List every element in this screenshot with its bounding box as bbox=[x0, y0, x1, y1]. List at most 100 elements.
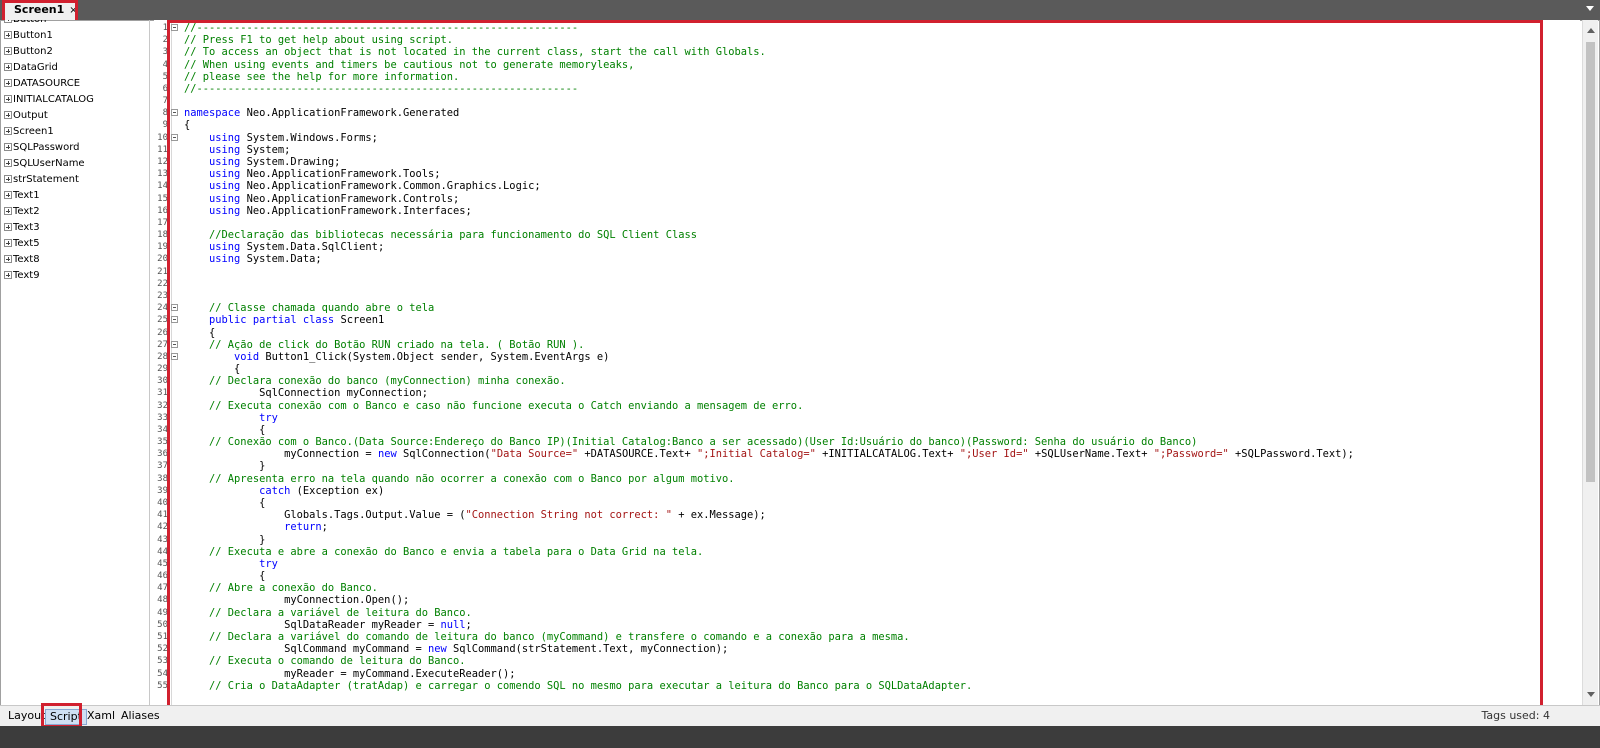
fold-collapse-icon[interactable] bbox=[171, 352, 178, 360]
code-line[interactable]: 12 using System.Drawing; bbox=[154, 156, 1580, 168]
tree-item[interactable]: strStatement bbox=[0, 172, 149, 188]
tree-item[interactable]: Screen1 bbox=[0, 124, 149, 140]
expand-plus-icon[interactable] bbox=[4, 159, 12, 167]
tree-item[interactable]: Button1 bbox=[0, 28, 149, 44]
tab-screen1[interactable]: Screen1 × bbox=[4, 0, 78, 20]
code-line[interactable]: 13 using Neo.ApplicationFramework.Tools; bbox=[154, 168, 1580, 180]
code-line[interactable]: 47 // Abre a conexão do Banco. bbox=[154, 582, 1580, 594]
code-line[interactable]: 50 SqlDataReader myReader = null; bbox=[154, 619, 1580, 631]
code-line[interactable]: 25 public partial class Screen1 bbox=[154, 314, 1580, 326]
code-line[interactable]: 34 { bbox=[154, 424, 1580, 436]
expand-plus-icon[interactable] bbox=[4, 20, 12, 23]
tab-script[interactable]: Script bbox=[45, 709, 87, 725]
code-line[interactable]: 2 // Press F1 to get help about using scr… bbox=[154, 34, 1580, 46]
code-line[interactable]: 53 // Executa o comando de leitura do Ba… bbox=[154, 655, 1580, 667]
code-line[interactable]: 20 using System.Data; bbox=[154, 253, 1580, 265]
tree-item[interactable]: SQLPassword bbox=[0, 140, 149, 156]
tree-item[interactable]: Text3 bbox=[0, 220, 149, 236]
close-icon[interactable]: × bbox=[69, 5, 77, 16]
code-line[interactable]: 36 myConnection = new SqlConnection("Dat… bbox=[154, 448, 1580, 460]
tree-item[interactable]: INITIALCATALOG bbox=[0, 92, 149, 108]
code-line[interactable]: 18 //Declaração das bibliotecas necessár… bbox=[154, 229, 1580, 241]
fold-collapse-icon[interactable] bbox=[171, 316, 178, 324]
fold-collapse-icon[interactable] bbox=[171, 109, 178, 117]
fold-collapse-icon[interactable] bbox=[171, 304, 178, 312]
code-line[interactable]: 3 // To access an object that is not loca… bbox=[154, 46, 1580, 58]
code-line[interactable]: 37 } bbox=[154, 460, 1580, 472]
tab-xaml[interactable]: Xaml bbox=[83, 709, 119, 725]
code-line[interactable]: 24 // Classe chamada quando abre o tela bbox=[154, 302, 1580, 314]
code-line[interactable]: 44 // Executa e abre a conexão do Banco … bbox=[154, 546, 1580, 558]
code-line[interactable]: 16 using Neo.ApplicationFramework.Interf… bbox=[154, 205, 1580, 217]
code-line[interactable]: 14 using Neo.ApplicationFramework.Common… bbox=[154, 180, 1580, 192]
fold-collapse-icon[interactable] bbox=[171, 340, 178, 348]
code-line[interactable]: 29 { bbox=[154, 363, 1580, 375]
tree-item[interactable]: Button bbox=[0, 20, 149, 28]
expand-plus-icon[interactable] bbox=[4, 271, 12, 279]
tree-item[interactable]: DATASOURCE bbox=[0, 76, 149, 92]
code-line[interactable]: 15 using Neo.ApplicationFramework.Contro… bbox=[154, 193, 1580, 205]
script-editor[interactable]: 1 //-------------------------------------… bbox=[154, 20, 1580, 705]
tree-item[interactable]: Text5 bbox=[0, 236, 149, 252]
code-line[interactable]: 55 // Cria o DataAdapter (tratAdap) e ca… bbox=[154, 680, 1580, 692]
expand-plus-icon[interactable] bbox=[4, 31, 12, 39]
tree-item[interactable]: Output bbox=[0, 108, 149, 124]
expand-plus-icon[interactable] bbox=[4, 191, 12, 199]
code-line[interactable]: 52 SqlCommand myCommand = new SqlCommand… bbox=[154, 643, 1580, 655]
fold-collapse-icon[interactable] bbox=[171, 133, 178, 141]
code-line[interactable]: 7 bbox=[154, 95, 1580, 107]
code-line[interactable]: 48 myConnection.Open(); bbox=[154, 594, 1580, 606]
expand-plus-icon[interactable] bbox=[4, 255, 12, 263]
code-line[interactable]: 4 // When using events and timers be caut… bbox=[154, 59, 1580, 71]
code-line[interactable]: 43 } bbox=[154, 534, 1580, 546]
code-line[interactable]: 27 // Ação de click do Botão RUN criado … bbox=[154, 339, 1580, 351]
vertical-scrollbar[interactable] bbox=[1582, 20, 1598, 705]
code-line[interactable]: 51 // Declara a variável do comando de l… bbox=[154, 631, 1580, 643]
expand-plus-icon[interactable] bbox=[4, 223, 12, 231]
code-line[interactable]: 28 void Button1_Click(System.Object send… bbox=[154, 351, 1580, 363]
expand-plus-icon[interactable] bbox=[4, 47, 12, 55]
code-line[interactable]: 19 using System.Data.SqlClient; bbox=[154, 241, 1580, 253]
code-line[interactable]: 6 //-------------------------------------… bbox=[154, 83, 1580, 95]
code-line[interactable]: 10 using System.Windows.Forms; bbox=[154, 132, 1580, 144]
code-line[interactable]: 1 //-------------------------------------… bbox=[154, 22, 1580, 34]
code-line[interactable]: 54 myReader = myCommand.ExecuteReader(); bbox=[154, 668, 1580, 680]
code-line[interactable]: 33 try bbox=[154, 412, 1580, 424]
tree-item[interactable]: Text8 bbox=[0, 252, 149, 268]
code-line[interactable]: 17 bbox=[154, 217, 1580, 229]
code-line[interactable]: 30 // Declara conexão do banco (myConnec… bbox=[154, 375, 1580, 387]
tab-aliases[interactable]: Aliases bbox=[117, 709, 164, 725]
code-line[interactable]: 42 return; bbox=[154, 521, 1580, 533]
code-line[interactable]: 9{ bbox=[154, 119, 1580, 131]
code-line[interactable]: 32 // Executa conexão com o Banco e caso… bbox=[154, 400, 1580, 412]
code-line[interactable]: 45 try bbox=[154, 558, 1580, 570]
code-line[interactable]: 26 { bbox=[154, 327, 1580, 339]
code-line[interactable]: 40 { bbox=[154, 497, 1580, 509]
code-line[interactable]: 23 bbox=[154, 290, 1580, 302]
tree-item[interactable]: Text1 bbox=[0, 188, 149, 204]
expand-plus-icon[interactable] bbox=[4, 79, 12, 87]
scroll-up-icon[interactable] bbox=[1587, 28, 1595, 33]
tree-item[interactable]: SQLUserName bbox=[0, 156, 149, 172]
scroll-down-icon[interactable] bbox=[1587, 692, 1595, 697]
expand-plus-icon[interactable] bbox=[4, 111, 12, 119]
tab-layout[interactable]: Layout bbox=[4, 709, 49, 725]
code-line[interactable]: 46 { bbox=[154, 570, 1580, 582]
code-line[interactable]: 21 bbox=[154, 266, 1580, 278]
code-line[interactable]: 39 catch (Exception ex) bbox=[154, 485, 1580, 497]
code-line[interactable]: 31 SqlConnection myConnection; bbox=[154, 387, 1580, 399]
code-line[interactable]: 8 namespace Neo.ApplicationFramework.Gene… bbox=[154, 107, 1580, 119]
code-line[interactable]: 49 // Declara a variável de leitura do B… bbox=[154, 607, 1580, 619]
tree-item[interactable]: DataGrid bbox=[0, 60, 149, 76]
expand-plus-icon[interactable] bbox=[4, 239, 12, 247]
scroll-thumb[interactable] bbox=[1586, 42, 1595, 482]
expand-plus-icon[interactable] bbox=[4, 63, 12, 71]
tree-item[interactable]: Text2 bbox=[0, 204, 149, 220]
code-line[interactable]: 11 using System; bbox=[154, 144, 1580, 156]
code-line[interactable]: 38 // Apresenta erro na tela quando não … bbox=[154, 473, 1580, 485]
expand-plus-icon[interactable] bbox=[4, 95, 12, 103]
expand-plus-icon[interactable] bbox=[4, 207, 12, 215]
tree-item[interactable]: Button2 bbox=[0, 44, 149, 60]
expand-plus-icon[interactable] bbox=[4, 127, 12, 135]
code-line[interactable]: 35 // Conexão com o Banco.(Data Source:E… bbox=[154, 436, 1580, 448]
